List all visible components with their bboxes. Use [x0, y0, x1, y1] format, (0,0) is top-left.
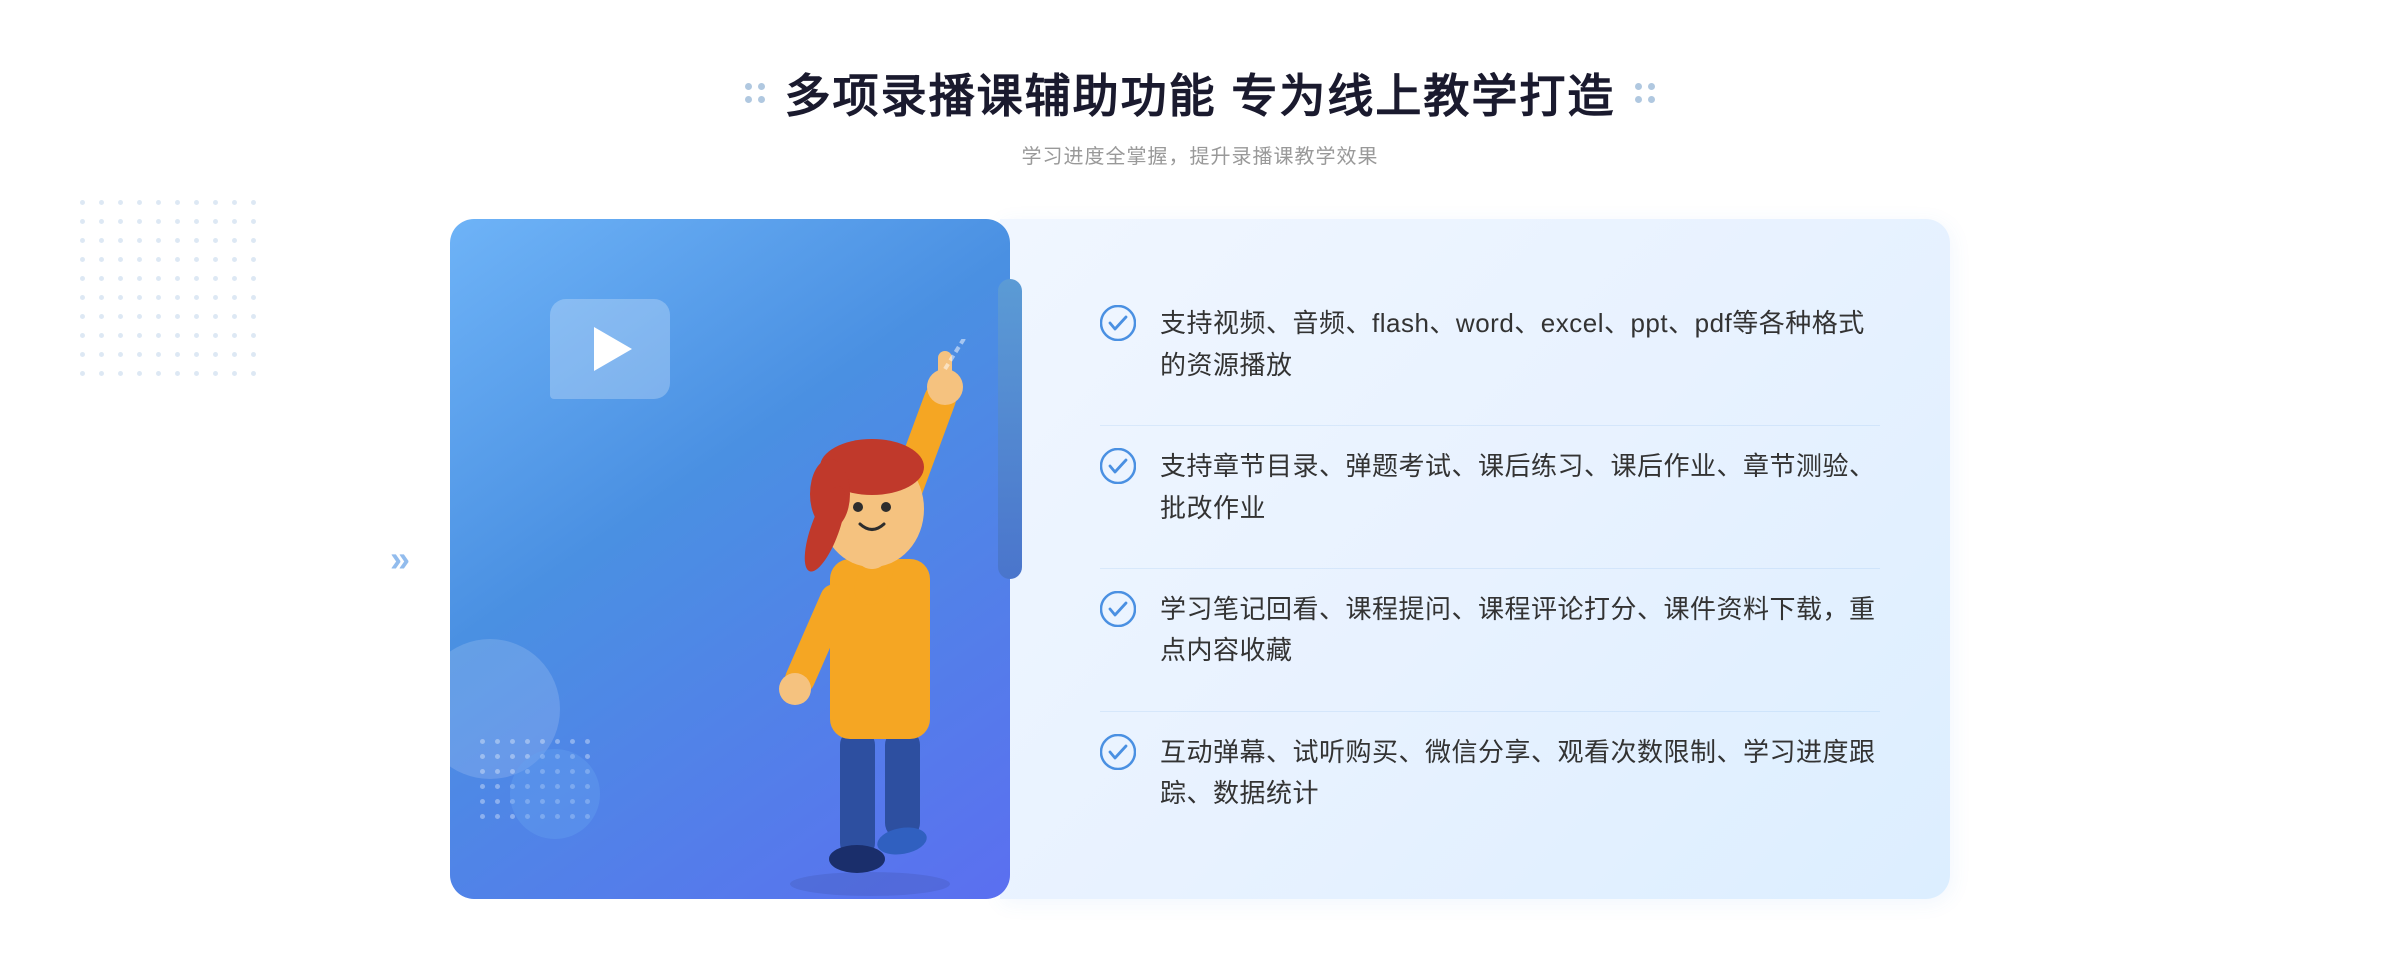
left-arrow-icon: »	[390, 538, 410, 580]
title-row: 多项录播课辅助功能 专为线上教学打造	[745, 60, 1656, 126]
content-area: »	[450, 219, 1950, 899]
bg-dots-left	[80, 200, 256, 376]
features-card: 支持视频、音频、flash、word、excel、ppt、pdf等各种格式的资源…	[1000, 219, 1950, 899]
feature-text-4: 互动弹幕、试听购买、微信分享、观看次数限制、学习进度跟踪、数据统计	[1160, 732, 1880, 815]
figure-illustration	[710, 339, 1030, 899]
circle-decoration-medium	[510, 749, 600, 839]
feature-item-4: 互动弹幕、试听购买、微信分享、观看次数限制、学习进度跟踪、数据统计	[1100, 711, 1880, 835]
header-section: 多项录播课辅助功能 专为线上教学打造 学习进度全掌握，提升录播课教学效果	[745, 60, 1656, 169]
check-icon-2	[1100, 448, 1136, 484]
page-subtitle: 学习进度全掌握，提升录播课教学效果	[745, 140, 1656, 169]
feature-item-3: 学习笔记回看、课程提问、课程评论打分、课件资料下载，重点内容收藏	[1100, 568, 1880, 692]
page-wrapper: 多项录播课辅助功能 专为线上教学打造 学习进度全掌握，提升录播课教学效果 »	[0, 0, 2400, 979]
page-title: 多项录播课辅助功能 专为线上教学打造	[785, 60, 1616, 126]
feature-text-3: 学习笔记回看、课程提问、课程评论打分、课件资料下载，重点内容收藏	[1160, 589, 1880, 672]
left-title-decorator	[745, 83, 765, 103]
check-icon-1	[1100, 305, 1136, 341]
check-icon-4	[1100, 734, 1136, 770]
play-bubble	[550, 299, 670, 399]
right-title-decorator	[1635, 83, 1655, 103]
play-triangle-icon	[594, 327, 632, 371]
feature-text-2: 支持章节目录、弹题考试、课后练习、课后作业、章节测验、批改作业	[1160, 446, 1880, 529]
feature-item-1: 支持视频、音频、flash、word、excel、ppt、pdf等各种格式的资源…	[1100, 283, 1880, 406]
feature-text-1: 支持视频、音频、flash、word、excel、ppt、pdf等各种格式的资源…	[1160, 303, 1880, 386]
feature-item-2: 支持章节目录、弹题考试、课后练习、课后作业、章节测验、批改作业	[1100, 425, 1880, 549]
check-icon-3	[1100, 591, 1136, 627]
blue-vertical-bar	[998, 279, 1022, 579]
illustration-card	[450, 219, 1010, 899]
